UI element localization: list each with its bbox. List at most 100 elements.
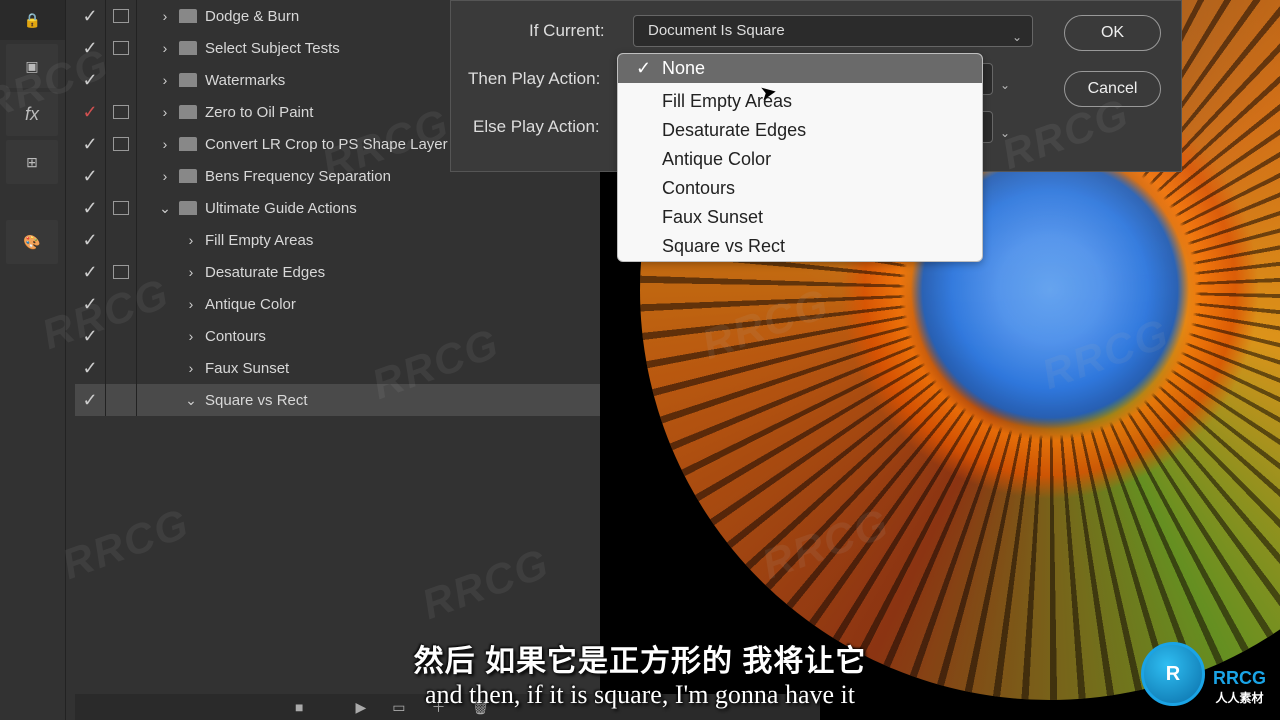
folder-icon [179, 201, 197, 215]
logo-text: RRCG 人人素材 [1213, 668, 1266, 706]
toggle-check[interactable]: ✓ [75, 320, 106, 352]
expand-toggle[interactable]: › [177, 288, 205, 320]
expand-toggle[interactable]: › [137, 96, 179, 128]
action-label: Contours [205, 328, 266, 345]
action-label: Select Subject Tests [205, 40, 340, 57]
toggle-check[interactable]: ✓ [75, 128, 106, 160]
dropdown-item[interactable]: Antique Color [618, 145, 982, 174]
toggle-check[interactable]: ✓ [75, 96, 106, 128]
action-row[interactable]: ✓ › Fill Empty Areas [75, 224, 600, 256]
expand-toggle[interactable]: › [137, 128, 179, 160]
action-row[interactable]: ✓ › Contours [75, 320, 600, 352]
expand-toggle[interactable]: › [177, 224, 205, 256]
expand-toggle[interactable]: › [177, 352, 205, 384]
toggle-check[interactable]: ✓ [75, 256, 106, 288]
left-toolbar: 🔒 ▣ fx ⊞ 🎨 [0, 0, 66, 720]
action-row[interactable]: ✓ ⌄ Ultimate Guide Actions [75, 192, 600, 224]
toggle-check[interactable]: ✓ [75, 352, 106, 384]
dropdown-item-label: None [662, 58, 705, 78]
else-label: Else Play Action: [473, 117, 600, 137]
dropdown-item-label: Desaturate Edges [662, 120, 806, 140]
toggle-dialog[interactable] [106, 320, 137, 352]
toggle-dialog[interactable] [106, 352, 137, 384]
toggle-dialog[interactable] [106, 288, 137, 320]
dropdown-item[interactable]: Desaturate Edges [618, 116, 982, 145]
brand-logo: R RRCG 人人素材 [1141, 642, 1266, 706]
dropdown-item[interactable]: Fill Empty Areas [618, 87, 982, 116]
chevron-down-icon: ⌄ [1000, 118, 1010, 148]
folder-icon [179, 41, 197, 55]
cancel-button[interactable]: Cancel [1064, 71, 1161, 107]
action-label: Zero to Oil Paint [205, 104, 313, 121]
expand-toggle[interactable]: › [137, 160, 179, 192]
if-current-dropdown[interactable]: Document Is Square ⌄ [633, 15, 1033, 47]
toggle-dialog[interactable] [106, 64, 137, 96]
new-set-icon[interactable]: ▭ [392, 699, 405, 716]
toggle-check[interactable]: ✓ [75, 32, 106, 64]
toggle-dialog[interactable] [106, 224, 137, 256]
expand-toggle[interactable]: › [177, 256, 205, 288]
lock-icon: 🔒 [0, 0, 65, 40]
action-row[interactable]: ✓ › Faux Sunset [75, 352, 600, 384]
toggle-check[interactable]: ✓ [75, 192, 106, 224]
checkmark-icon: ✓ [636, 58, 651, 79]
expand-toggle[interactable]: › [137, 0, 179, 32]
toggle-dialog[interactable] [106, 256, 137, 288]
actions-bottom-bar: ■ ▶ ▭ ＋ 🗑 [75, 694, 820, 720]
expand-toggle[interactable]: › [137, 64, 179, 96]
dropdown-item[interactable]: Contours [618, 174, 982, 203]
dropdown-item[interactable]: ✓ None [618, 54, 982, 83]
logo-badge: R [1141, 642, 1205, 706]
dropdown-item-label: Square vs Rect [662, 236, 785, 256]
new-action-icon[interactable]: ＋ [431, 697, 445, 717]
artboards-icon[interactable]: ▣ [6, 44, 58, 88]
play-icon[interactable]: ▶ [355, 699, 366, 716]
toggle-check[interactable]: ✓ [75, 224, 106, 256]
toggle-check[interactable]: ✓ [75, 288, 106, 320]
expand-toggle[interactable]: › [177, 320, 205, 352]
action-label: Convert LR Crop to PS Shape Layer [205, 136, 448, 153]
logo-line2: 人人素材 [1213, 689, 1266, 706]
toggle-check[interactable]: ✓ [75, 0, 106, 32]
then-dropdown-open: ✓ None Fill Empty Areas Desaturate Edges… [617, 53, 983, 262]
watermark: RRCG [416, 539, 556, 629]
expand-toggle[interactable]: ⌄ [137, 192, 179, 224]
trash-icon[interactable]: 🗑 [471, 699, 489, 716]
toggle-check[interactable]: ✓ [75, 384, 106, 416]
toggle-check[interactable]: ✓ [75, 64, 106, 96]
fx-icon[interactable]: fx [6, 92, 58, 136]
toggle-dialog[interactable] [106, 160, 137, 192]
action-label: Square vs Rect [205, 392, 308, 409]
toggle-dialog[interactable] [106, 96, 137, 128]
action-row[interactable]: ✓ ⌄ Square vs Rect [75, 384, 600, 416]
stop-icon[interactable]: ■ [295, 699, 303, 715]
action-row[interactable]: ✓ › Desaturate Edges [75, 256, 600, 288]
action-label: Dodge & Burn [205, 8, 299, 25]
toggle-dialog[interactable] [106, 384, 137, 416]
toggle-check[interactable]: ✓ [75, 160, 106, 192]
toggle-dialog[interactable] [106, 0, 137, 32]
logo-line1: RRCG [1213, 668, 1266, 688]
action-label: Faux Sunset [205, 360, 289, 377]
folder-icon [179, 73, 197, 87]
swatches-icon[interactable]: 🎨 [6, 220, 58, 264]
expand-toggle[interactable]: › [137, 32, 179, 64]
folder-icon [179, 169, 197, 183]
toggle-dialog[interactable] [106, 128, 137, 160]
expand-toggle[interactable]: ⌄ [177, 384, 205, 416]
dropdown-item[interactable]: Square vs Rect [618, 232, 982, 261]
action-label: Desaturate Edges [205, 264, 325, 281]
then-label: Then Play Action: [468, 69, 600, 89]
action-label: Antique Color [205, 296, 296, 313]
if-current-label: If Current: [529, 21, 605, 41]
watermark: RRCG [56, 499, 196, 589]
action-label: Watermarks [205, 72, 285, 89]
toggle-dialog[interactable] [106, 192, 137, 224]
action-row[interactable]: ✓ › Antique Color [75, 288, 600, 320]
chevron-down-icon: ⌄ [1012, 22, 1022, 52]
ok-button[interactable]: OK [1064, 15, 1161, 51]
dropdown-item[interactable]: Faux Sunset [618, 203, 982, 232]
folder-icon [179, 9, 197, 23]
toggle-dialog[interactable] [106, 32, 137, 64]
grid-icon[interactable]: ⊞ [6, 140, 58, 184]
